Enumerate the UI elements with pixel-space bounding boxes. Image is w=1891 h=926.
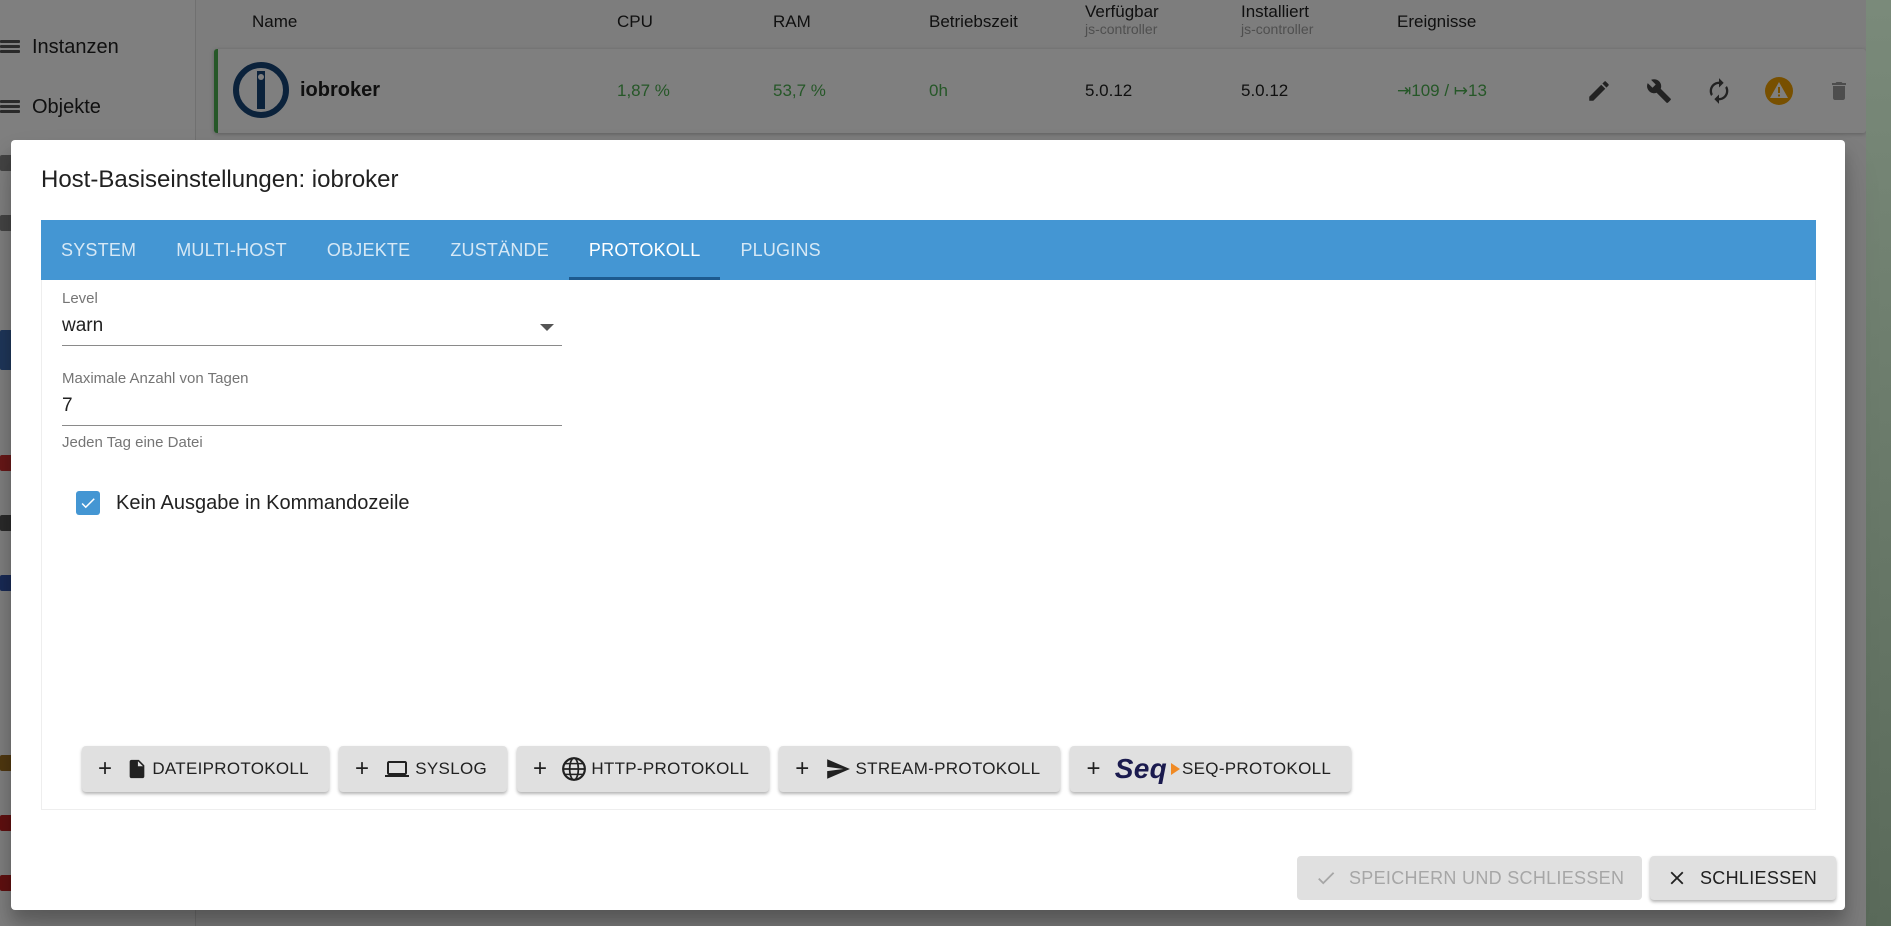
save-and-close-button[interactable]: SPEICHERN UND SCHLIESSEN xyxy=(1297,856,1642,900)
add-syslog-button[interactable]: + SYSLOG xyxy=(338,746,507,792)
add-file-log-label: DATEIPROTOKOLL xyxy=(152,759,309,778)
level-value[interactable]: warn xyxy=(62,315,562,346)
close-button[interactable]: SCHLIESSEN xyxy=(1650,856,1836,900)
tab-bar: SYSTEM MULTI-HOST OBJEKTE ZUSTÄNDE PROTO… xyxy=(41,220,1816,280)
max-days-label: Maximale Anzahl von Tagen xyxy=(62,370,249,387)
tab-states[interactable]: ZUSTÄNDE xyxy=(430,220,569,280)
add-http-log-label: HTTP-PROTOKOLL xyxy=(591,759,750,778)
check-icon xyxy=(1318,872,1335,885)
plus-icon: + xyxy=(98,755,113,782)
add-file-log-button[interactable]: + DATEIPROTOKOLL xyxy=(82,746,329,792)
save-and-close-label: SPEICHERN UND SCHLIESSEN xyxy=(1349,867,1625,888)
close-label: SCHLIESSEN xyxy=(1700,867,1818,888)
tab-objects[interactable]: OBJEKTE xyxy=(307,220,430,280)
tab-system[interactable]: SYSTEM xyxy=(41,220,156,280)
seq-arrow-icon xyxy=(1171,763,1181,775)
max-days-field[interactable]: Maximale Anzahl von Tagen 7 Jeden Tag ei… xyxy=(62,370,562,451)
level-value-text: warn xyxy=(62,315,104,336)
add-stream-log-button[interactable]: + STREAM-PROTOKOLL xyxy=(779,746,1061,792)
add-http-log-button[interactable]: + HTTP-PROTOKOLL xyxy=(517,746,770,792)
max-days-helper: Jeden Tag eine Datei xyxy=(62,434,203,451)
add-transport-buttons: + DATEIPROTOKOLL + SYSLOG + HTTP-PROTOKO… xyxy=(82,746,1361,792)
seq-logo-icon: Seq xyxy=(1114,753,1168,784)
no-stdout-checkbox[interactable] xyxy=(76,491,100,515)
no-stdout-label: Kein Ausgabe in Kommandozeile xyxy=(116,491,410,514)
send-icon xyxy=(826,759,850,779)
plus-icon: + xyxy=(795,755,810,782)
add-seq-log-label: SEQ-PROTOKOLL xyxy=(1182,759,1332,778)
level-label: Level xyxy=(62,290,98,307)
max-days-input[interactable]: 7 xyxy=(62,395,562,426)
no-stdout-checkbox-row[interactable]: Kein Ausgabe in Kommandozeile xyxy=(76,491,410,515)
background-strip xyxy=(1866,0,1891,926)
close-icon xyxy=(1670,871,1684,885)
laptop-icon xyxy=(385,761,410,777)
dialog-title: Host-Basiseinstellungen: iobroker xyxy=(41,166,399,193)
globe-icon xyxy=(562,757,587,781)
check-icon xyxy=(81,498,95,509)
add-seq-log-button[interactable]: + Seq SEQ-PROTOKOLL xyxy=(1070,746,1352,792)
host-settings-dialog: Host-Basiseinstellungen: iobroker SYSTEM… xyxy=(11,140,1845,910)
tab-log[interactable]: PROTOKOLL xyxy=(568,220,721,280)
add-syslog-label: SYSLOG xyxy=(415,759,487,778)
plus-icon: + xyxy=(533,755,548,782)
plus-icon: + xyxy=(1086,755,1101,782)
plus-icon: + xyxy=(354,755,370,782)
level-select[interactable]: Level warn xyxy=(62,290,562,346)
chevron-down-icon xyxy=(540,324,554,331)
add-stream-log-label: STREAM-PROTOKOLL xyxy=(855,759,1041,778)
file-icon xyxy=(129,759,145,779)
tab-multi-host[interactable]: MULTI-HOST xyxy=(156,220,307,280)
tab-plugins[interactable]: PLUGINS xyxy=(720,220,840,280)
tab-content-log: Level warn Maximale Anzahl von Tagen 7 J… xyxy=(41,280,1816,810)
